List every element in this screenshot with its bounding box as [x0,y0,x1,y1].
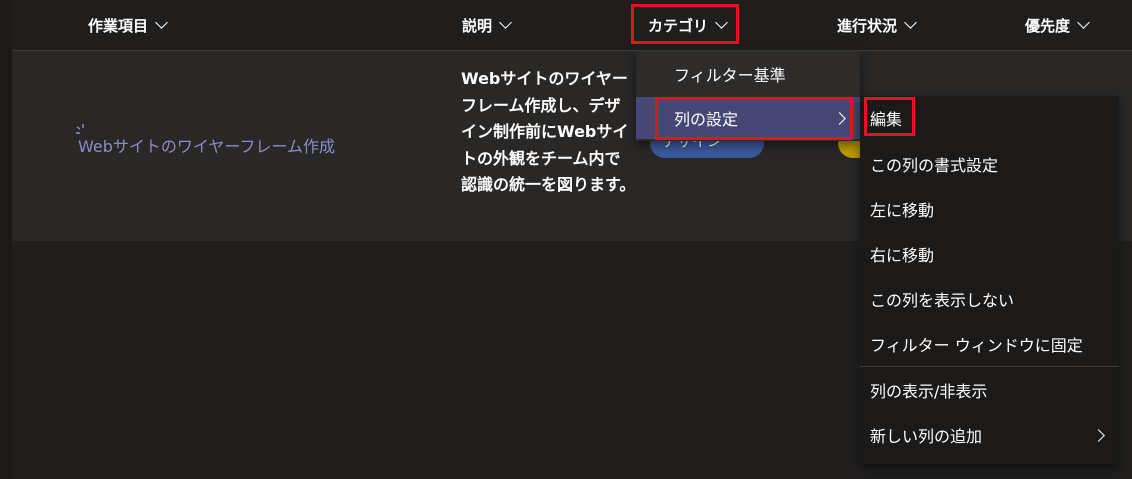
submenu-item-format-column-label: この列の書式設定 [870,156,999,175]
chevron-down-icon [499,16,512,29]
column-settings-submenu: 編集 この列の書式設定 左に移動 右に移動 この列を表示しない フィルター ウィ… [860,96,1119,464]
submenu-item-move-right[interactable]: 右に移動 [860,232,1119,276]
menu-item-filter-by-label: フィルター基準 [674,66,786,85]
column-header-task[interactable]: 作業項目 [88,13,168,37]
column-header-progress-label: 進行状況 [837,16,898,35]
submenu-item-format-column[interactable]: この列の書式設定 [860,142,1119,186]
chevron-down-icon [155,16,168,29]
submenu-item-add-column-label: 新しい列の追加 [870,427,983,446]
submenu-item-hide-column[interactable]: この列を表示しない [860,277,1119,321]
column-header-description[interactable]: 説明 [462,13,512,37]
submenu-item-pin-to-filter-pane[interactable]: フィルター ウィンドウに固定 [860,322,1119,366]
left-gutter [0,0,12,479]
column-header-progress[interactable]: 進行状況 [837,13,917,37]
submenu-item-add-column[interactable]: 新しい列の追加 [860,413,1119,457]
menu-item-filter-by[interactable]: フィルター基準 [636,53,860,95]
column-header-priority-label: 優先度 [1025,16,1071,35]
menu-divider [860,366,1119,367]
column-header-row [12,0,1132,51]
submenu-item-move-left[interactable]: 左に移動 [860,187,1119,231]
highlight-edit-item [864,97,915,136]
submenu-item-hide-column-label: この列を表示しない [870,291,1015,310]
chevron-right-icon [1092,428,1105,442]
task-description: Webサイトのワイヤーフレーム作成し、デザイン制作前にWebサイトの外観をチーム… [461,69,636,194]
chevron-down-icon [904,16,917,29]
chevron-down-icon [1077,16,1090,29]
column-header-priority[interactable]: 優先度 [1025,13,1090,37]
submenu-item-move-right-label: 右に移動 [870,246,935,265]
submenu-item-pin-to-filter-pane-label: フィルター ウィンドウに固定 [870,336,1083,355]
column-header-description-label: 説明 [462,16,493,35]
highlight-column-settings [655,97,853,140]
submenu-item-show-hide-columns[interactable]: 列の表示/非表示 [860,368,1119,412]
submenu-item-move-left-label: 左に移動 [870,201,935,220]
submenu-item-show-hide-columns-label: 列の表示/非表示 [870,382,988,401]
task-title-link[interactable]: Webサイトのワイヤーフレーム作成 [78,133,335,157]
highlight-category-header [631,4,739,44]
column-header-task-label: 作業項目 [88,16,149,35]
